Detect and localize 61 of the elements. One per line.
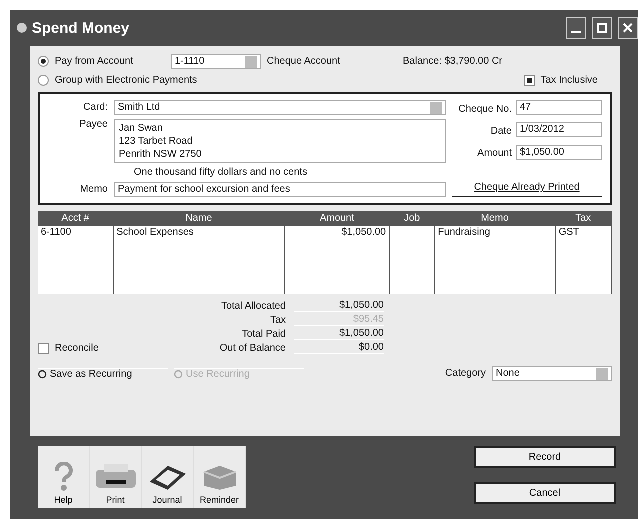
close-icon <box>623 23 633 33</box>
checkbox-label: Reconcile <box>55 342 99 354</box>
maximize-button[interactable] <box>592 17 612 39</box>
total-value: $1,050.00 <box>294 300 384 312</box>
table-cell: $1,050.00 <box>342 227 386 238</box>
field-label: Payee <box>78 119 108 130</box>
cheque-number-field[interactable]: 47 <box>516 100 602 115</box>
toolbar-button[interactable]: Print <box>90 446 142 508</box>
total-value: $1,050.00 <box>294 328 384 340</box>
field-label: Date <box>490 126 512 137</box>
field-label: Card: <box>82 102 108 113</box>
checkbox-label: Tax Inclusive <box>540 75 598 86</box>
total-label: Tax <box>269 314 286 326</box>
table-cell: School Expenses <box>116 227 194 238</box>
column-header: Memo <box>434 211 556 226</box>
balance-text: Balance: $3,790.00 Cr <box>403 56 503 67</box>
total-value: $0.00 <box>294 342 384 354</box>
category-field[interactable]: None <box>492 366 612 381</box>
toolbar-button[interactable]: Reminder <box>194 446 246 508</box>
minimize-icon <box>571 31 581 33</box>
toolbar-button[interactable]: Help <box>38 446 90 508</box>
payee-address-field[interactable]: Jan Swan 123 Tarbet Road Penrith NSW 2750 <box>114 119 446 163</box>
column-header: Job <box>390 211 435 226</box>
total-value: $95.45 <box>294 314 384 326</box>
total-label: Total Allocated <box>220 300 286 312</box>
action-button[interactable]: Record <box>474 446 616 468</box>
memo-field[interactable]: Payment for school excursion and fees <box>114 182 446 197</box>
checkbox[interactable] <box>38 342 49 354</box>
field-label: Memo <box>79 184 108 195</box>
radio-label: Pay from Account <box>55 56 134 67</box>
action-button[interactable]: Cancel <box>474 482 616 504</box>
printed-link[interactable]: Cheque Already Printed <box>452 182 602 197</box>
total-label: Total Paid <box>241 328 286 340</box>
account-name: Cheque Account <box>267 56 342 67</box>
column-header: Name <box>113 211 285 226</box>
minimize-button[interactable] <box>566 17 586 39</box>
amount-in-words: One thousand fifty dollars and no cents <box>133 167 308 178</box>
amount-field[interactable]: $1,050.00 <box>516 144 602 160</box>
card-field[interactable]: Smith Ltd <box>114 100 446 115</box>
total-label: Out of Balance <box>218 342 286 354</box>
field-label: Cheque No. <box>458 104 512 115</box>
table-cell: 6-1100 <box>41 227 72 238</box>
date-field[interactable]: 1/03/2012 <box>516 122 602 138</box>
maximize-icon <box>597 23 607 33</box>
field-label: Amount <box>476 148 512 160</box>
radio-button[interactable] <box>38 75 49 86</box>
column-header: Amount <box>284 211 390 226</box>
checkbox[interactable] <box>524 75 535 86</box>
window-title: Spend Money <box>32 20 131 36</box>
table-cell: GST <box>558 227 580 238</box>
radio-label: Group with Electronic Payments <box>55 75 198 86</box>
column-header: Acct # <box>38 211 114 226</box>
account-field[interactable]: 1-1110 <box>171 54 261 69</box>
toolbar-button[interactable]: Journal <box>142 446 194 508</box>
table-cell: Fundraising <box>438 227 490 238</box>
column-header: Tax <box>555 211 612 226</box>
recurring-button[interactable]: Save as Recurring <box>38 368 168 380</box>
app-icon <box>16 22 28 34</box>
radio-button[interactable] <box>38 56 49 67</box>
field-label: Category <box>445 368 486 379</box>
close-button[interactable] <box>618 17 638 39</box>
